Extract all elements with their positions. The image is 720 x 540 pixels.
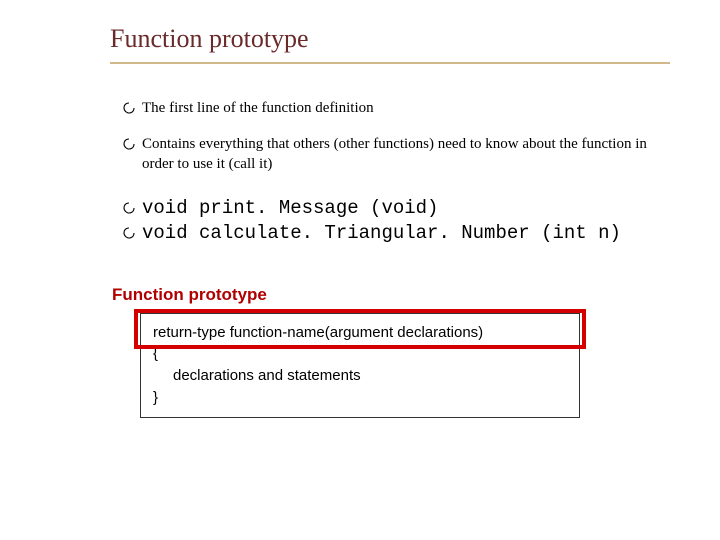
- code-block: void print. Message (void) void calculat…: [122, 197, 670, 245]
- title-underline: [110, 62, 670, 64]
- code-text: void calculate. Triangular. Number (int …: [142, 222, 621, 244]
- syntax-line: return-type function-name(argument decla…: [153, 322, 569, 344]
- swirl-icon: [122, 137, 136, 156]
- syntax-brace-open: {: [153, 343, 569, 365]
- syntax-line: declarations and statements: [153, 365, 569, 387]
- bullet-text: The first line of the function definitio…: [142, 98, 384, 118]
- swirl-icon: [122, 226, 136, 245]
- bullet-list: The first line of the function definitio…: [122, 98, 670, 175]
- syntax-diagram: return-type function-name(argument decla…: [140, 313, 580, 418]
- code-text: void print. Message (void): [142, 197, 438, 219]
- sub-heading: Function prototype: [112, 285, 670, 305]
- bullet-text: Contains everything that others (other f…: [142, 134, 670, 175]
- code-line: void calculate. Triangular. Number (int …: [122, 222, 670, 245]
- swirl-icon: [122, 101, 136, 120]
- slide: Function prototype The first line of the…: [0, 0, 720, 540]
- swirl-icon: [122, 201, 136, 220]
- bullet-item: The first line of the function definitio…: [122, 98, 670, 120]
- bullet-item: Contains everything that others (other f…: [122, 134, 670, 175]
- syntax-brace-close: }: [153, 387, 569, 409]
- code-line: void print. Message (void): [122, 197, 670, 220]
- slide-title: Function prototype: [110, 24, 670, 54]
- syntax-box-inner: return-type function-name(argument decla…: [140, 313, 580, 418]
